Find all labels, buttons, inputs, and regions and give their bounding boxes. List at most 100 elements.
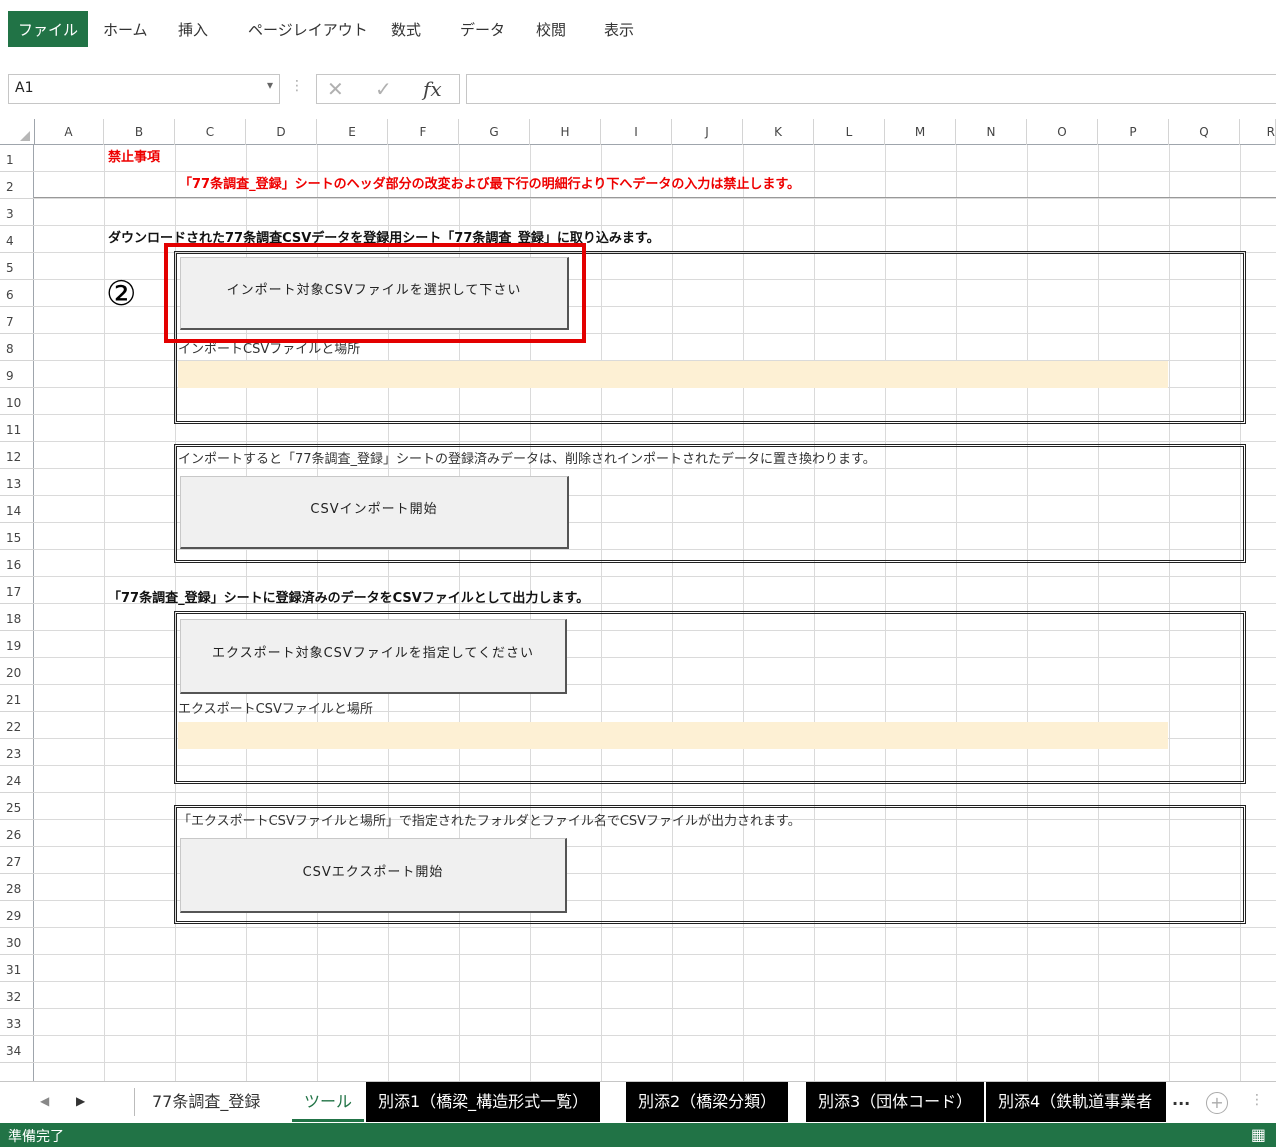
- scroll-left-icon[interactable]: ◀: [40, 1094, 49, 1108]
- chevron-down-icon[interactable]: ▾: [267, 78, 273, 92]
- tab-file[interactable]: ファイル: [8, 11, 89, 47]
- tab-data[interactable]: データ: [450, 14, 515, 46]
- row-header[interactable]: 26: [0, 820, 34, 847]
- tab-formulas[interactable]: 数式: [381, 14, 431, 46]
- tab-home[interactable]: ホーム: [93, 14, 158, 46]
- tab-page-layout[interactable]: ページレイアウト: [238, 14, 378, 46]
- row-header[interactable]: 8: [0, 334, 34, 361]
- export-path-label: エクスポートCSVファイルと場所: [178, 702, 373, 717]
- row-divider: [34, 197, 1276, 198]
- status-bar: 準備完了 ▦: [0, 1123, 1276, 1147]
- column-header[interactable]: R: [1240, 119, 1276, 145]
- row-header[interactable]: 30: [0, 928, 34, 955]
- row-header[interactable]: 33: [0, 1009, 34, 1036]
- row-header[interactable]: 9: [0, 361, 34, 388]
- sheet-tab-attachment-3[interactable]: 別添3（団体コード）: [806, 1082, 985, 1122]
- name-box[interactable]: A1 ▾: [8, 74, 280, 104]
- formula-bar: A1 ▾ ⋮ ✕ ✓ fx: [0, 66, 1276, 110]
- sheet-tab-attachment-2[interactable]: 別添2（橋梁分類）: [626, 1082, 789, 1122]
- row-header[interactable]: 13: [0, 469, 34, 496]
- row-header[interactable]: 31: [0, 955, 34, 982]
- more-tabs-button[interactable]: ...: [1172, 1090, 1190, 1109]
- tab-view[interactable]: 表示: [594, 14, 644, 46]
- export-start-button[interactable]: CSVエクスポート開始: [180, 838, 567, 913]
- row-header[interactable]: 14: [0, 496, 34, 523]
- prohibition-text: 「77条調査_登録」シートのヘッダ部分の改変および最下行の明細行より下へデータの…: [179, 177, 801, 192]
- import-path-label: インポートCSVファイルと場所: [178, 342, 361, 357]
- column-header[interactable]: G: [459, 119, 530, 145]
- export-path-field[interactable]: [178, 722, 1168, 749]
- column-header[interactable]: E: [317, 119, 388, 145]
- insert-function-icon[interactable]: fx: [423, 75, 442, 103]
- column-header[interactable]: H: [530, 119, 601, 145]
- import-start-button[interactable]: CSVインポート開始: [180, 476, 569, 549]
- import-path-field[interactable]: [178, 361, 1168, 388]
- export-instruction: 「77条調査_登録」シートに登録済みのデータをCSVファイルとして出力します。: [108, 591, 590, 606]
- column-header[interactable]: Q: [1169, 119, 1240, 145]
- column-header[interactable]: P: [1098, 119, 1169, 145]
- add-sheet-icon[interactable]: +: [1206, 1092, 1228, 1114]
- sheet-tab-tool[interactable]: ツール: [292, 1082, 365, 1122]
- highlight-box: [164, 243, 586, 343]
- sheet-tab-attachment-4[interactable]: 別添4（鉄軌道事業者: [986, 1082, 1166, 1122]
- column-header[interactable]: M: [885, 119, 956, 145]
- row-headers: 1 2 3 4 5 6 7 8 9 10 11 12 13 14 15 16 1…: [0, 145, 34, 1081]
- row-header[interactable]: 5: [0, 253, 34, 280]
- annotation-number: ②: [106, 274, 137, 314]
- column-header[interactable]: B: [104, 119, 175, 145]
- row-header[interactable]: 22: [0, 712, 34, 739]
- column-header[interactable]: K: [743, 119, 814, 145]
- row-header[interactable]: 10: [0, 388, 34, 415]
- formula-input[interactable]: [466, 74, 1276, 104]
- normal-view-icon[interactable]: ▦: [1251, 1125, 1266, 1144]
- scroll-right-icon[interactable]: ▶: [76, 1094, 85, 1108]
- column-header[interactable]: J: [672, 119, 743, 145]
- row-header[interactable]: 18: [0, 604, 34, 631]
- drag-handle-icon[interactable]: ⋮: [290, 78, 304, 94]
- tab-insert[interactable]: 挿入: [168, 14, 218, 46]
- row-header[interactable]: 3: [0, 199, 34, 226]
- row-header[interactable]: 12: [0, 442, 34, 469]
- row-header[interactable]: 21: [0, 685, 34, 712]
- row-header[interactable]: 2: [0, 172, 34, 199]
- column-header[interactable]: N: [956, 119, 1027, 145]
- formula-buttons: ✕ ✓ fx: [316, 74, 460, 104]
- ribbon-tab-bar: ファイル ホーム 挿入 ページレイアウト 数式 データ 校閲 表示: [0, 0, 1276, 48]
- column-header[interactable]: A: [34, 119, 104, 145]
- row-header[interactable]: 7: [0, 307, 34, 334]
- export-select-button[interactable]: エクスポート対象CSVファイルを指定してください: [180, 619, 567, 694]
- status-text: 準備完了: [8, 1129, 64, 1145]
- worksheet-grid[interactable]: 禁止事項 「77条調査_登録」シートのヘッダ部分の改変および最下行の明細行より下…: [34, 145, 1276, 1081]
- tab-review[interactable]: 校閲: [526, 14, 576, 46]
- column-headers: A B C D E F G H I J K L M N O P Q R: [0, 119, 1276, 145]
- row-header[interactable]: 11: [0, 415, 34, 442]
- select-all-corner[interactable]: [0, 119, 35, 145]
- row-header[interactable]: 16: [0, 550, 34, 577]
- splitter-handle-icon[interactable]: ⋮: [1250, 1092, 1264, 1108]
- column-header[interactable]: L: [814, 119, 885, 145]
- column-header[interactable]: D: [246, 119, 317, 145]
- column-header[interactable]: O: [1027, 119, 1098, 145]
- row-header[interactable]: 6: [0, 280, 34, 307]
- row-header[interactable]: 29: [0, 901, 34, 928]
- row-header[interactable]: 32: [0, 982, 34, 1009]
- row-header[interactable]: 4: [0, 226, 34, 253]
- row-header[interactable]: 20: [0, 658, 34, 685]
- row-header[interactable]: 34: [0, 1036, 34, 1063]
- row-header[interactable]: 15: [0, 523, 34, 550]
- row-header[interactable]: 19: [0, 631, 34, 658]
- row-header[interactable]: 25: [0, 793, 34, 820]
- row-header[interactable]: 27: [0, 847, 34, 874]
- check-icon[interactable]: ✓: [375, 75, 392, 103]
- column-header[interactable]: I: [601, 119, 672, 145]
- column-header[interactable]: F: [388, 119, 459, 145]
- row-header[interactable]: 1: [0, 145, 34, 172]
- row-header[interactable]: 17: [0, 577, 34, 604]
- row-header[interactable]: 24: [0, 766, 34, 793]
- column-header[interactable]: C: [175, 119, 246, 145]
- cancel-icon[interactable]: ✕: [327, 75, 344, 103]
- row-header[interactable]: 23: [0, 739, 34, 766]
- sheet-tab-attachment-1[interactable]: 別添1（橋梁_構造形式一覧）: [366, 1082, 601, 1122]
- sheet-tab-77-registration[interactable]: 77条調査_登録: [140, 1082, 273, 1122]
- row-header[interactable]: 28: [0, 874, 34, 901]
